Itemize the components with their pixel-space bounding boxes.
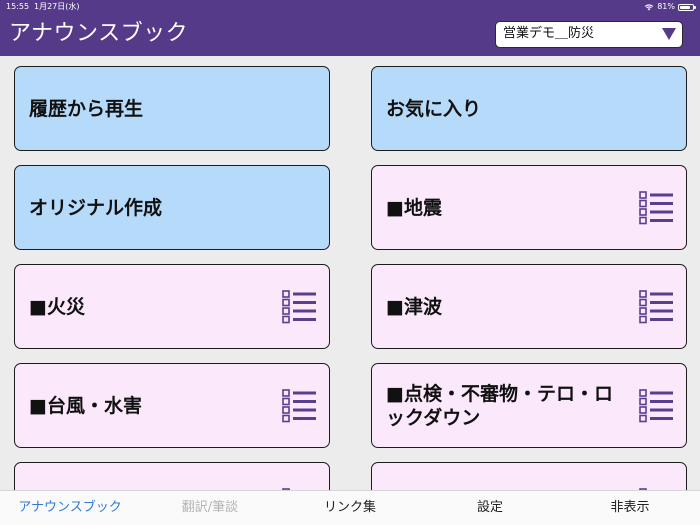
caret-down-icon [662, 28, 676, 40]
status-bar: 15:55 1月27日(水) 81% [0, 0, 700, 14]
card-label: ■津波 [386, 295, 442, 318]
list-icon [282, 388, 316, 422]
list-icon [639, 190, 673, 224]
card-label: ■点検・不審物・テロ・ロックダウン [386, 382, 613, 429]
list-icon [639, 289, 673, 323]
tab-translate-writing[interactable]: 翻訳/筆談 [140, 491, 280, 525]
list-icon [639, 388, 673, 422]
card-earthquake[interactable]: ■地震 [371, 165, 687, 250]
wifi-icon [644, 3, 654, 11]
card-tsunami[interactable]: ■津波 [371, 264, 687, 349]
battery-fill [680, 5, 690, 9]
navigation-bar: アナウンスブック 営業デモ＿防災 [0, 14, 700, 56]
list-icon [282, 289, 316, 323]
card-label: ■台風・水害 [29, 394, 142, 417]
battery-percent: 81% [657, 2, 675, 11]
card-fire[interactable]: ■火災 [14, 264, 330, 349]
scenario-select-value: 営業デモ＿防災 [503, 26, 595, 41]
card-label: 履歴から再生 [29, 97, 144, 120]
card-history-playback[interactable]: 履歴から再生 [14, 66, 330, 151]
card-label: ■地震 [386, 196, 442, 219]
announcement-grid: 履歴から再生 お気に入り オリジナル作成 ■地震 ■火災 ■津波 ■台風・水害 … [0, 56, 700, 490]
card-create-original[interactable]: オリジナル作成 [14, 165, 330, 250]
status-right-group: 81% [644, 0, 696, 14]
card-favorites[interactable]: お気に入り [371, 66, 687, 151]
card-label: ■火災 [29, 295, 85, 318]
card-inspection-suspicious-terror-lockdown[interactable]: ■点検・不審物・テロ・ロックダウン [371, 363, 687, 448]
tab-bar: アナウンスブック 翻訳/筆談 リンク集 設定 非表示 [0, 490, 700, 525]
tab-settings[interactable]: 設定 [420, 491, 560, 525]
status-date: 1月27日(水) [34, 2, 80, 11]
tab-links[interactable]: リンク集 [280, 491, 420, 525]
page-title: アナウンスブック [9, 21, 189, 46]
battery-icon [678, 3, 696, 11]
card-label: お気に入り [386, 97, 482, 120]
scenario-select[interactable]: 営業デモ＿防災 [495, 21, 683, 48]
status-time: 15:55 [6, 2, 30, 11]
tab-hide[interactable]: 非表示 [560, 491, 700, 525]
card-partial-left[interactable] [14, 462, 330, 490]
card-partial-right[interactable] [371, 462, 687, 490]
card-typhoon-flood[interactable]: ■台風・水害 [14, 363, 330, 448]
tab-announce-book[interactable]: アナウンスブック [0, 491, 140, 525]
app-screen: 15:55 1月27日(水) 81% アナウンスブック 営業デモ＿防災 履歴から [0, 0, 700, 525]
card-label: オリジナル作成 [29, 196, 163, 219]
